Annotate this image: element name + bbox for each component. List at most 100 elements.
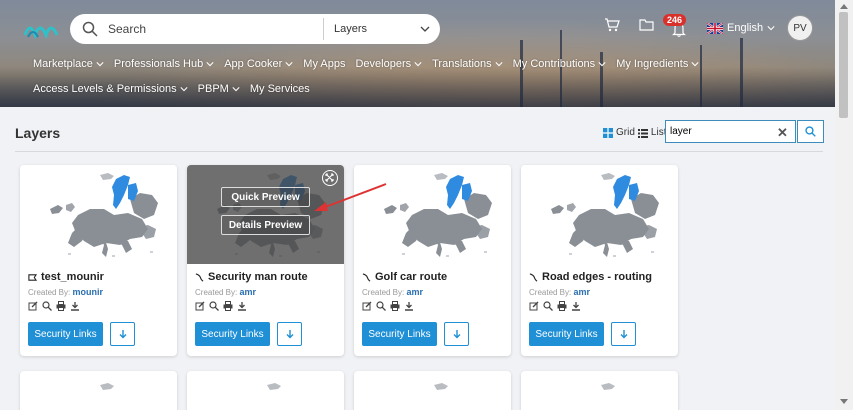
clear-filter-icon[interactable]: ✕ [777, 125, 788, 141]
layer-card[interactable]: test_mounir Created By: mounir Security … [20, 165, 177, 356]
scroll-down-icon[interactable] [839, 398, 849, 406]
nav-item-label: Marketplace [33, 58, 93, 70]
edit-icon[interactable] [529, 301, 539, 311]
layer-card-partial[interactable] [354, 371, 511, 410]
download-button[interactable] [611, 322, 636, 346]
print-icon[interactable] [56, 301, 66, 311]
chevron-down-icon [414, 62, 422, 67]
download-icon[interactable] [404, 301, 414, 311]
nav-item-professionals-hub[interactable]: Professionals Hub [114, 58, 214, 70]
scroll-up-icon[interactable] [839, 2, 849, 10]
folder-icon[interactable] [639, 18, 654, 31]
author-link[interactable]: amr [573, 287, 590, 297]
print-icon[interactable] [557, 301, 567, 311]
chevron-down-icon [180, 87, 188, 92]
grid-view-label[interactable]: Grid [616, 127, 635, 138]
nav-item-developers[interactable]: Developers [355, 58, 422, 70]
annotation-arrow [314, 183, 387, 211]
nav-item-label: My Ingredients [616, 58, 689, 70]
created-by: Created By: amr [362, 287, 423, 297]
avatar[interactable]: PV [787, 15, 813, 41]
search-icon[interactable] [209, 301, 219, 311]
card-actions [28, 301, 80, 311]
language-selector[interactable]: English [707, 22, 775, 34]
search-icon[interactable] [543, 301, 553, 311]
layer-card[interactable]: Road edges - routing Created By: amr Sec… [521, 165, 678, 356]
created-by-label: Created By: [529, 288, 572, 297]
view-toggle: Grid List [603, 127, 666, 138]
download-icon[interactable] [571, 301, 581, 311]
nav-item-marketplace[interactable]: Marketplace [33, 58, 104, 70]
arrow-down-icon [119, 330, 126, 339]
card-actions [195, 301, 247, 311]
security-links-button[interactable]: Security Links [362, 322, 437, 346]
author-link[interactable]: mounir [72, 287, 103, 297]
language-label: English [727, 22, 764, 34]
logo-icon[interactable] [24, 19, 58, 39]
map-thumbnail [20, 165, 177, 264]
nav-secondary: Access Levels & Permissions PBPM My Servic… [33, 83, 320, 95]
chevron-down-icon[interactable] [420, 24, 430, 34]
cart-icon[interactable] [604, 18, 620, 32]
layer-title[interactable]: test_mounir [28, 271, 104, 283]
search-icon[interactable] [376, 301, 386, 311]
nav-item-my-contributions[interactable]: My Contributions [513, 58, 607, 70]
details-preview-button[interactable]: Details Preview [221, 215, 310, 235]
nav-item-translations[interactable]: Translations [432, 58, 503, 70]
route-icon [362, 272, 371, 282]
search-icon[interactable] [42, 301, 52, 311]
chevron-down-icon [495, 62, 503, 67]
layer-card-partial[interactable] [187, 371, 344, 410]
nav-item-label: PBPM [197, 83, 229, 95]
security-links-button[interactable]: Security Links [195, 322, 270, 346]
layer-title-text: Security man route [208, 271, 308, 283]
nav-item-my-services[interactable]: My Services [250, 83, 310, 95]
nav-item-access-levels-permissions[interactable]: Access Levels & Permissions [33, 83, 188, 95]
uk-flag-icon [707, 22, 723, 34]
layer-card-partial[interactable] [20, 371, 177, 410]
security-links-button[interactable]: Security Links [529, 322, 604, 346]
nav-item-label: Developers [355, 58, 412, 70]
layer-title[interactable]: Road edges - routing [529, 271, 652, 283]
print-icon[interactable] [390, 301, 400, 311]
nav-item-app-cooker[interactable]: App Cooker [224, 58, 293, 70]
edit-icon[interactable] [195, 301, 205, 311]
header: Search Layers 246 English PV Marketplace… [0, 0, 835, 107]
quick-preview-button[interactable]: Quick Preview [221, 187, 310, 207]
search-input[interactable]: Search [108, 22, 323, 36]
download-icon[interactable] [237, 301, 247, 311]
search-divider [323, 18, 324, 40]
created-by: Created By: amr [529, 287, 590, 297]
grid-icon[interactable] [603, 127, 613, 138]
search-icon[interactable] [82, 21, 98, 37]
arrow-down-icon [453, 330, 460, 339]
print-icon[interactable] [223, 301, 233, 311]
author-link[interactable]: amr [406, 287, 423, 297]
author-link[interactable]: amr [239, 287, 256, 297]
list-icon[interactable] [637, 128, 648, 138]
download-icon[interactable] [70, 301, 80, 311]
filter-search-button[interactable] [797, 120, 824, 143]
nav-item-my-ingredients[interactable]: My Ingredients [616, 58, 699, 70]
download-button[interactable] [277, 322, 302, 346]
edit-icon[interactable] [28, 301, 38, 311]
layer-title-text: test_mounir [41, 271, 104, 283]
nav-item-pbpm[interactable]: PBPM [198, 83, 240, 95]
nav-item-label: App Cooker [224, 58, 283, 70]
nav-item-my-apps[interactable]: My Apps [303, 58, 345, 70]
download-button[interactable] [110, 322, 135, 346]
layer-card-partial[interactable] [521, 371, 678, 410]
layer-title[interactable]: Security man route [195, 271, 308, 283]
nav-item-label: Translations [432, 58, 492, 70]
created-by-label: Created By: [28, 288, 71, 297]
chevron-down-icon [285, 62, 293, 67]
search-scope-select[interactable]: Layers [334, 23, 414, 35]
scrollbar-thumb[interactable] [839, 12, 848, 118]
download-button[interactable] [444, 322, 469, 346]
layer-icon [28, 273, 37, 281]
edit-icon[interactable] [362, 301, 372, 311]
layer-title[interactable]: Golf car route [362, 271, 447, 283]
layer-title-text: Road edges - routing [542, 271, 652, 283]
security-links-button[interactable]: Security Links [28, 322, 103, 346]
notification-badge: 246 [663, 14, 687, 26]
